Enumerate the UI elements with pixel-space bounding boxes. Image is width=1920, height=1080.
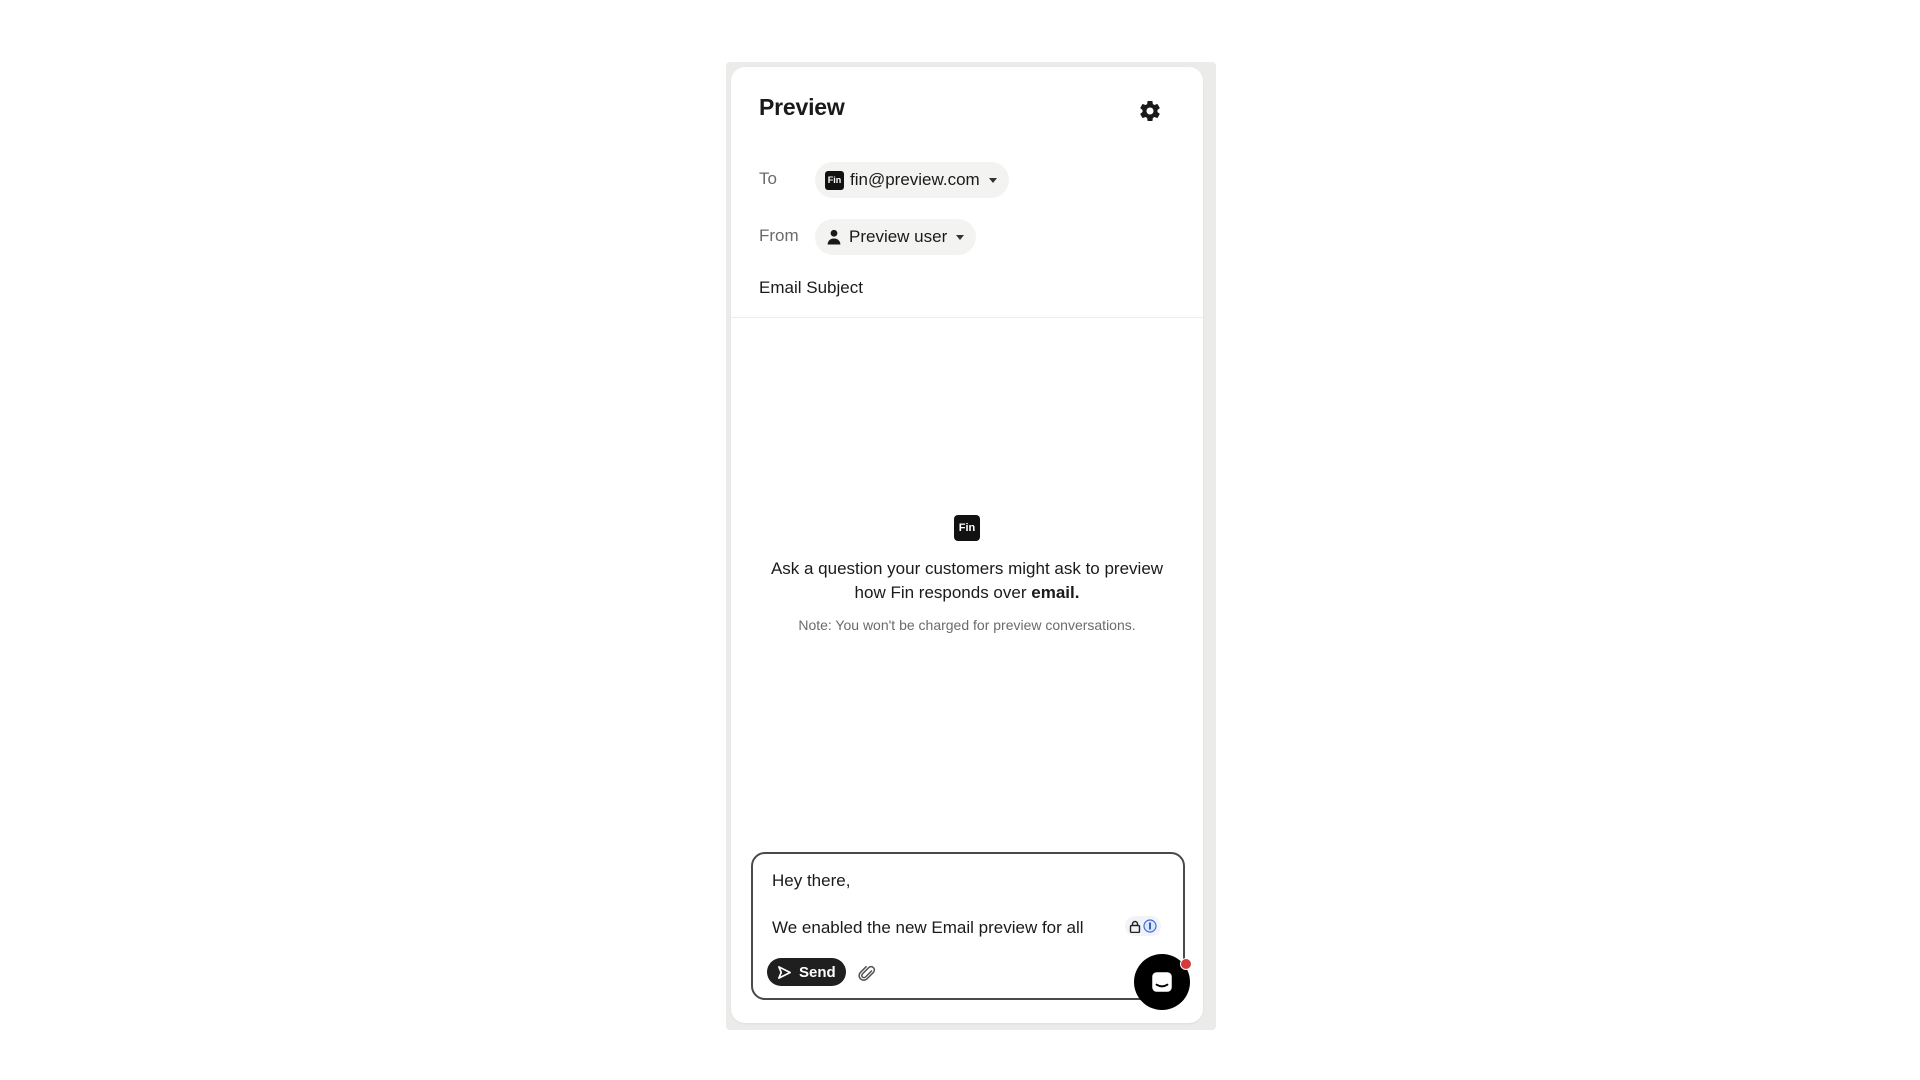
prompt-text: Ask a question your customers might ask … [770, 559, 1164, 602]
empty-state: Fin Ask a question your customers might … [731, 515, 1203, 633]
composer-line-1[interactable]: Hey there, [772, 871, 850, 891]
preview-frame: Preview To Fin fin@preview.com From Prev… [726, 62, 1216, 1030]
info-icon [1143, 919, 1157, 933]
page-title: Preview [759, 94, 845, 120]
send-label: Send [799, 963, 836, 981]
prompt-channel: email. [1031, 583, 1080, 602]
person-icon [827, 229, 841, 245]
billing-note: Note: You won't be charged for preview c… [798, 617, 1136, 633]
send-arrow-icon [778, 965, 791, 979]
messenger-icon [1152, 972, 1172, 992]
password-manager-icon[interactable] [1125, 916, 1161, 936]
from-user-value: Preview user [849, 227, 948, 246]
gear-icon[interactable] [1138, 99, 1162, 123]
empty-state-prompt: Ask a question your customers might ask … [757, 557, 1177, 605]
paperclip-icon[interactable] [857, 963, 877, 983]
lock-icon [1129, 920, 1141, 933]
send-button[interactable]: Send [767, 958, 846, 986]
to-recipient-dropdown[interactable]: Fin fin@preview.com [815, 162, 1009, 198]
from-user-dropdown[interactable]: Preview user [815, 219, 977, 255]
from-label: From [759, 226, 799, 245]
chevron-down-icon [988, 177, 997, 183]
chevron-down-icon [956, 234, 965, 240]
message-composer[interactable]: Hey there, We enabled the new Email prev… [751, 852, 1185, 1000]
fin-logo-icon: Fin [825, 170, 844, 190]
composer-line-2[interactable]: We enabled the new Email preview for all [772, 918, 1084, 938]
preview-panel: Preview To Fin fin@preview.com From Prev… [731, 67, 1203, 1023]
to-recipient-value: fin@preview.com [850, 170, 980, 189]
email-header: Preview To Fin fin@preview.com From Prev… [731, 67, 1203, 318]
fin-logo-icon: Fin [954, 515, 980, 541]
to-label: To [759, 169, 777, 188]
notification-dot [1180, 958, 1192, 970]
email-subject-input[interactable]: Email Subject [759, 278, 863, 298]
